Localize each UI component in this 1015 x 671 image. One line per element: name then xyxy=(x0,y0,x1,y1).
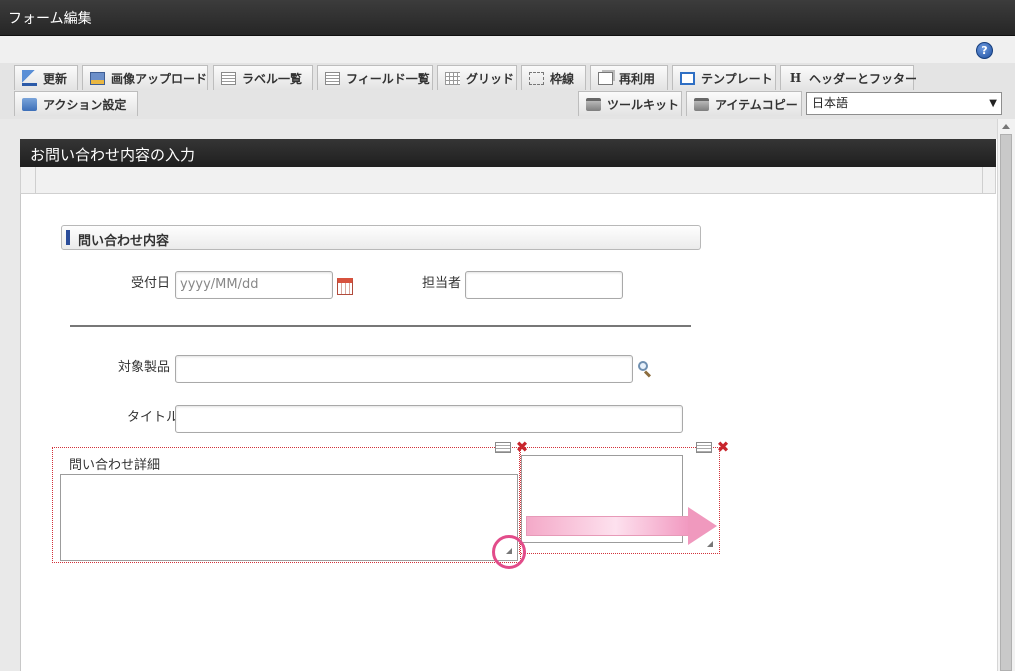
tab-label: 枠線 xyxy=(550,71,575,86)
assignee-input[interactable] xyxy=(465,271,623,299)
section-heading[interactable]: 問い合わせ内容 xyxy=(61,225,701,250)
details-textarea[interactable] xyxy=(60,474,518,561)
annotation-arrow-head xyxy=(688,507,717,545)
received-date-input[interactable]: yyyy/MM/dd xyxy=(175,271,333,299)
reuse-icon xyxy=(598,71,613,85)
language-select[interactable]: 日本語 ▼ xyxy=(806,92,1002,115)
tab-label: ヘッダーとフッター xyxy=(809,71,918,86)
title-input[interactable] xyxy=(175,405,683,433)
help-bar xyxy=(0,36,1015,64)
tab-label: アクション設定 xyxy=(43,97,127,112)
search-icon[interactable] xyxy=(638,361,648,371)
scroll-up-icon[interactable] xyxy=(1002,124,1010,129)
tab-template[interactable]: テンプレート xyxy=(672,65,776,90)
tab-label: アイテムコピー xyxy=(715,97,798,112)
title-label[interactable]: タイトル xyxy=(127,406,179,425)
toolkit-icon xyxy=(586,97,601,111)
tab-label: 画像アップロード xyxy=(111,71,208,86)
calendar-icon[interactable] xyxy=(337,278,353,295)
section-marker xyxy=(66,230,70,245)
action-settings-icon xyxy=(22,97,37,111)
tab-label: グリッド xyxy=(466,71,515,86)
product-label[interactable]: 対象製品 xyxy=(118,356,170,375)
field-list-icon xyxy=(325,71,340,85)
tab-label: ラベル一覧 xyxy=(242,71,303,86)
annotation-arrow xyxy=(526,516,689,536)
form-header: お問い合わせ内容の入力 xyxy=(20,139,996,167)
divider xyxy=(35,167,36,193)
vertical-scrollbar[interactable] xyxy=(997,119,1015,671)
language-selected: 日本語 xyxy=(812,96,849,110)
help-icon[interactable]: ? xyxy=(976,42,993,59)
update-icon xyxy=(22,70,37,86)
image-upload-icon xyxy=(90,71,105,85)
assignee-label[interactable]: 担当者 xyxy=(422,272,461,291)
form-header-title: お問い合わせ内容の入力 xyxy=(30,146,196,164)
canvas-top-margin xyxy=(0,119,1015,139)
horizontal-rule[interactable] xyxy=(70,325,691,327)
tab-reuse[interactable]: 再利用 xyxy=(590,65,668,90)
highlight-circle xyxy=(492,535,526,569)
product-input[interactable] xyxy=(175,355,633,383)
tab-image-upload[interactable]: 画像アップロード xyxy=(82,65,208,90)
scrollbar-thumb[interactable] xyxy=(1000,134,1012,671)
item-copy-icon xyxy=(694,97,709,111)
border-icon xyxy=(529,71,544,85)
tab-label: 更新 xyxy=(43,71,68,86)
tab-label: ツールキット xyxy=(607,97,680,112)
chevron-down-icon: ▼ xyxy=(989,98,997,109)
properties-icon[interactable] xyxy=(495,442,511,453)
template-icon xyxy=(680,71,695,85)
tab-border[interactable]: 枠線 xyxy=(521,65,586,90)
tab-label: 再利用 xyxy=(619,71,656,86)
tab-label: テンプレート xyxy=(701,71,773,86)
grid-icon xyxy=(445,71,460,85)
delete-icon[interactable]: ✖ xyxy=(716,440,730,455)
tab-label-list[interactable]: ラベル一覧 xyxy=(213,65,313,90)
tab-header-footer[interactable]: H ヘッダーとフッター xyxy=(780,65,918,90)
properties-icon[interactable] xyxy=(696,442,712,453)
tab-action-settings[interactable]: アクション設定 xyxy=(14,91,138,116)
form-subheader xyxy=(20,167,996,194)
title-bar: フォーム編集 xyxy=(0,0,1015,36)
tab-field-list[interactable]: フィールド一覧 xyxy=(317,65,433,90)
details-label[interactable]: 問い合わせ詳細 xyxy=(69,454,160,473)
tab-label: フィールド一覧 xyxy=(346,71,430,86)
tab-update[interactable]: 更新 xyxy=(14,65,78,90)
window-title: フォーム編集 xyxy=(8,11,92,27)
tab-item-copy[interactable]: アイテムコピー xyxy=(686,91,802,116)
tab-toolkit[interactable]: ツールキット xyxy=(578,91,682,116)
label-list-icon xyxy=(221,71,236,85)
tab-grid[interactable]: グリッド xyxy=(437,65,517,90)
received-date-label[interactable]: 受付日 xyxy=(131,272,170,291)
section-title: 問い合わせ内容 xyxy=(78,234,170,249)
divider xyxy=(982,167,983,193)
header-footer-icon: H xyxy=(789,70,802,85)
